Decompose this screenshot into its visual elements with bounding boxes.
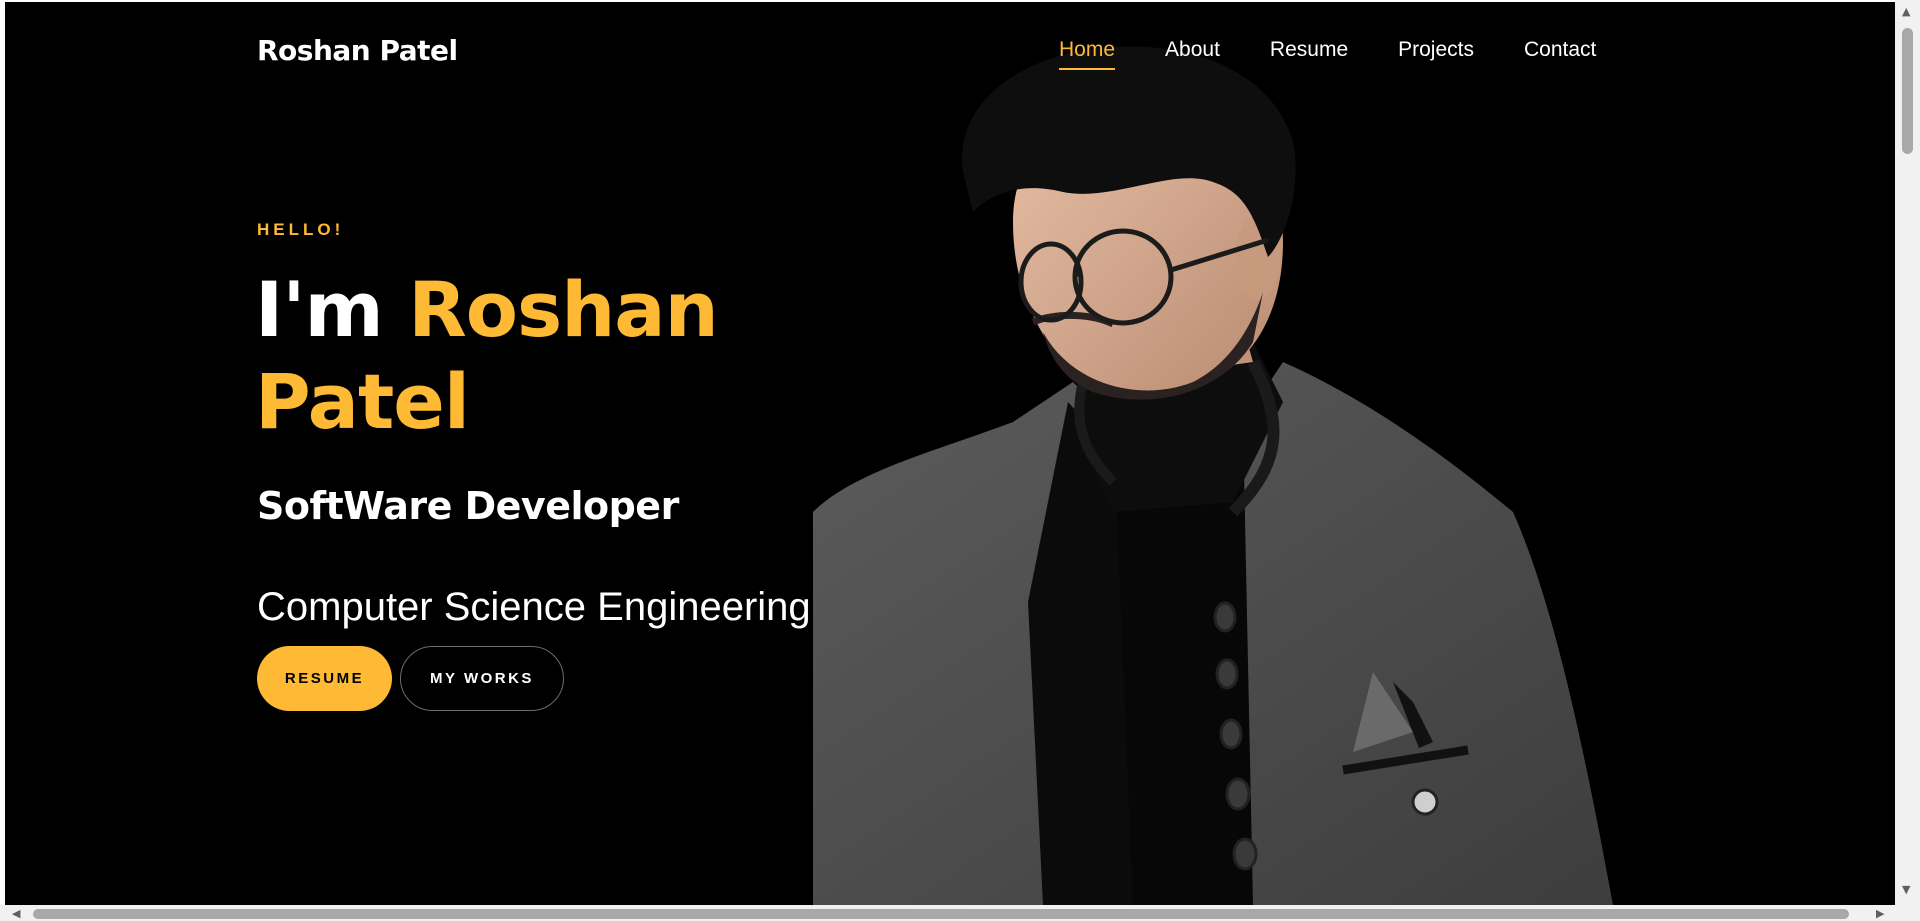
my-works-button[interactable]: MY WORKS: [400, 646, 564, 711]
hero-intro: I'm: [255, 265, 384, 354]
nav-contact[interactable]: Contact: [1524, 38, 1596, 70]
nav-projects[interactable]: Projects: [1398, 38, 1474, 70]
person-portrait-illustration: [813, 46, 1613, 905]
hero-headline: I'm Roshan Patel: [255, 264, 855, 448]
nav-home[interactable]: Home: [1059, 38, 1116, 70]
vertical-scroll-thumb[interactable]: [1902, 28, 1913, 154]
hero-role: SoftWare Developer: [257, 484, 679, 528]
scroll-down-arrow-icon[interactable]: ▼: [1902, 884, 1910, 895]
horizontal-scroll-thumb[interactable]: [33, 909, 1849, 919]
page-viewport: Roshan Patel Home About Resume Projects …: [5, 2, 1895, 905]
scroll-left-arrow-icon[interactable]: ◀: [12, 908, 20, 919]
resume-button[interactable]: RESUME: [257, 646, 392, 711]
nav-about[interactable]: About: [1165, 38, 1220, 70]
nav-resume[interactable]: Resume: [1270, 38, 1348, 70]
hero-name-last: Patel: [255, 357, 470, 446]
hero-field: Computer Science Engineering: [257, 585, 811, 629]
scroll-up-arrow-icon[interactable]: ▲: [1902, 6, 1910, 17]
main-nav: Home About Resume Projects Contact: [1059, 38, 1646, 70]
site-logo[interactable]: Roshan Patel: [257, 34, 458, 67]
scroll-right-arrow-icon[interactable]: ▶: [1876, 908, 1884, 919]
hero-greeting: HELLO!: [257, 220, 345, 239]
hero-name-first: Roshan: [408, 265, 718, 354]
